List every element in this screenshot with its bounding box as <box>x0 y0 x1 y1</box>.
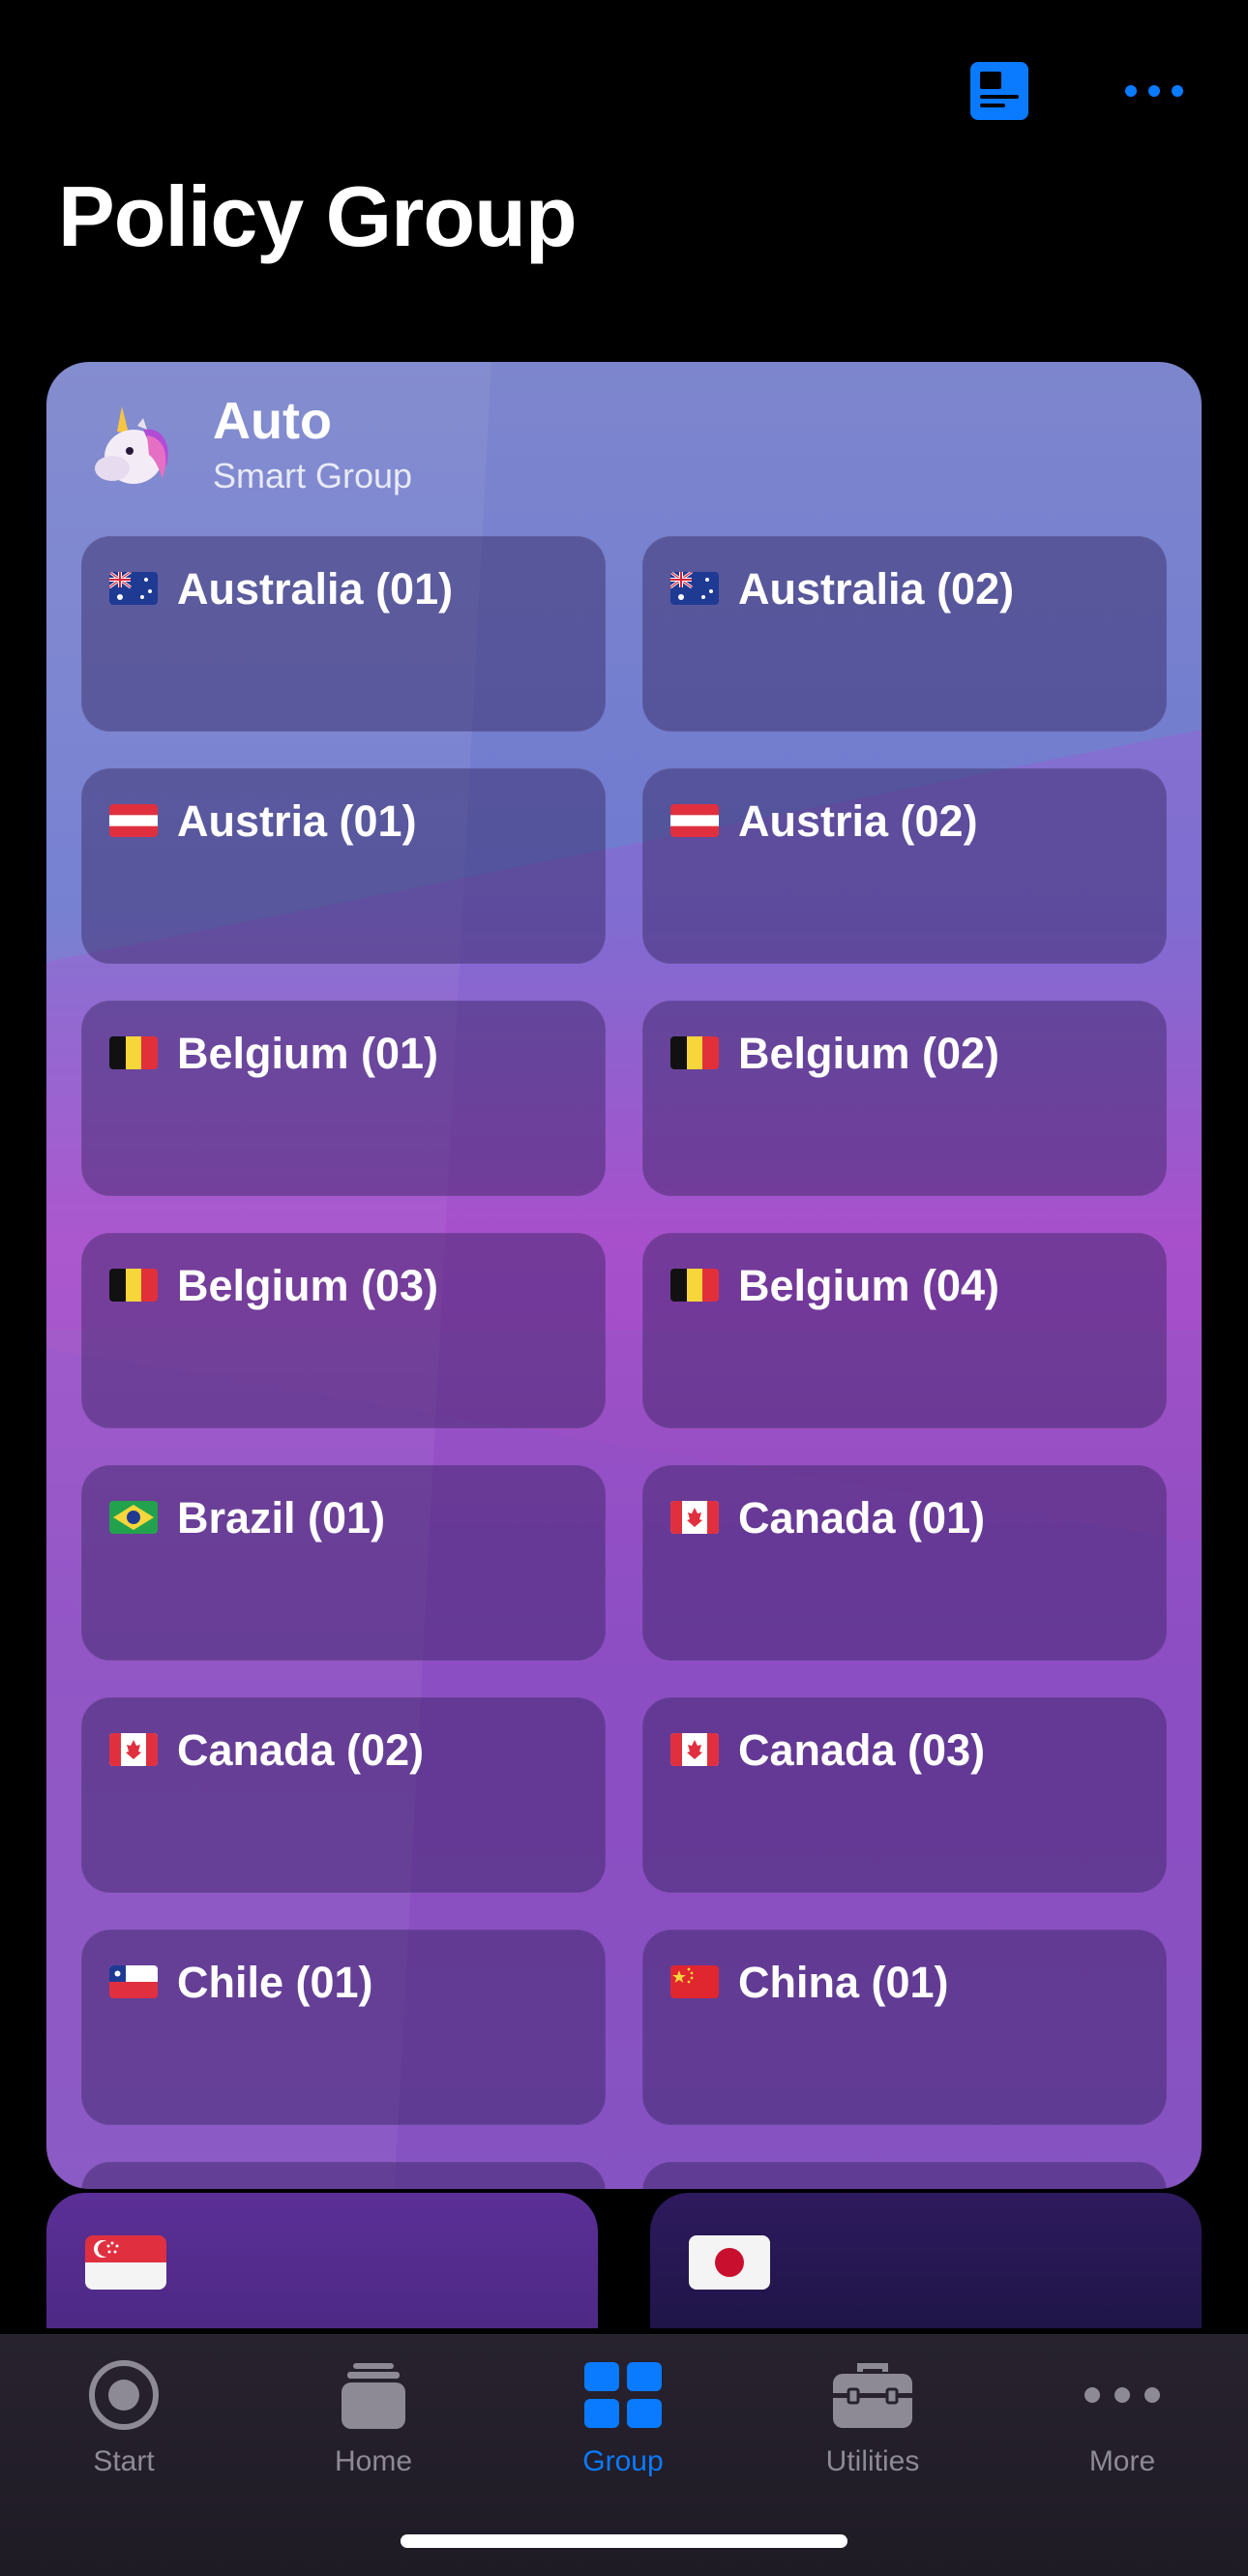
tab-more[interactable]: More <box>1025 2356 1219 2501</box>
proxy-name: Canada (02) <box>177 1725 425 1775</box>
policy-group-screen: Policy Group Auto Smart Group Australia … <box>0 0 1248 2576</box>
china-flag-icon <box>670 1965 719 1998</box>
proxy-tile[interactable]: Chile (01) <box>81 1930 606 2125</box>
unicorn-icon <box>95 405 168 484</box>
proxy-tile[interactable]: Belgium (04) <box>642 1233 1167 1428</box>
toolbox-icon <box>833 2363 912 2428</box>
japan-flag-icon <box>689 2235 770 2290</box>
proxy-name: Chile (01) <box>177 1958 373 2007</box>
proxy-tile[interactable]: Austria (01) <box>81 768 606 964</box>
proxy-tile[interactable] <box>642 2162 1167 2189</box>
stack-icon <box>342 2363 405 2429</box>
proxy-tile[interactable]: Canada (02) <box>81 1697 606 1893</box>
brazil-flag-icon <box>109 1501 158 1534</box>
page-title: Policy Group <box>58 168 578 264</box>
more-options-button[interactable] <box>1117 72 1191 110</box>
singapore-flag-icon <box>85 2235 166 2290</box>
proxy-name: Belgium (01) <box>177 1029 439 1078</box>
proxy-tile[interactable]: China (01) <box>642 1930 1167 2125</box>
belgium-flag-icon <box>109 1269 158 1302</box>
canada-flag-icon <box>670 1501 719 1534</box>
proxy-name: Canada (01) <box>738 1493 986 1543</box>
proxy-grid: Australia (01) Australia (02) Austria (0… <box>81 536 1167 2189</box>
proxy-name: Austria (02) <box>738 796 978 846</box>
proxy-tile[interactable]: Belgium (01) <box>81 1001 606 1196</box>
proxy-name: Belgium (04) <box>738 1261 1000 1310</box>
canada-flag-icon <box>670 1733 719 1766</box>
proxy-tile[interactable]: Brazil (01) <box>81 1465 606 1661</box>
proxy-tile[interactable]: Austria (02) <box>642 768 1167 964</box>
document-button[interactable] <box>970 62 1028 120</box>
proxy-name: Australia (02) <box>738 564 1015 614</box>
australia-flag-icon <box>109 572 158 605</box>
proxy-name: Canada (03) <box>738 1725 986 1775</box>
proxy-tile[interactable]: Canada (01) <box>642 1465 1167 1661</box>
proxy-tile[interactable]: Canada (03) <box>642 1697 1167 1893</box>
group-card-auto[interactable]: Auto Smart Group Australia (01) Australi… <box>46 362 1202 2189</box>
proxy-name: Brazil (01) <box>177 1493 386 1543</box>
belgium-flag-icon <box>670 1036 719 1069</box>
proxy-name: Belgium (02) <box>738 1029 1000 1078</box>
proxy-tile[interactable]: Australia (02) <box>642 536 1167 732</box>
group-card-japan[interactable] <box>650 2193 1202 2328</box>
tab-label: Start <box>93 2445 155 2477</box>
austria-flag-icon <box>670 804 719 837</box>
proxy-tile[interactable]: Australia (01) <box>81 536 606 732</box>
chile-flag-icon <box>109 1965 158 1998</box>
proxy-name: China (01) <box>738 1958 949 2007</box>
home-indicator <box>401 2534 847 2548</box>
austria-flag-icon <box>109 804 158 837</box>
tab-start[interactable]: Start <box>27 2356 221 2501</box>
proxy-tile[interactable]: Belgium (03) <box>81 1233 606 1428</box>
tab-label: Utilities <box>825 2445 920 2477</box>
group-type: Smart Group <box>213 456 413 496</box>
ellipsis-icon <box>1085 2387 1160 2403</box>
proxy-tile[interactable]: Belgium (02) <box>642 1001 1167 1196</box>
proxy-name: Australia (01) <box>177 564 454 614</box>
group-card-singapore[interactable] <box>46 2193 598 2328</box>
canada-flag-icon <box>109 1733 158 1766</box>
tab-label: More <box>1088 2445 1156 2477</box>
tab-utilities[interactable]: Utilities <box>776 2356 969 2501</box>
grid-icon <box>584 2362 662 2428</box>
tab-group[interactable]: Group <box>526 2356 720 2501</box>
tab-label: Group <box>582 2445 664 2477</box>
proxy-name: Belgium (03) <box>177 1261 439 1310</box>
tab-home[interactable]: Home <box>277 2356 470 2501</box>
australia-flag-icon <box>670 572 719 605</box>
ellipsis-icon <box>1125 85 1183 97</box>
tab-label: Home <box>334 2445 413 2477</box>
proxy-name: Austria (01) <box>177 796 417 846</box>
belgium-flag-icon <box>109 1036 158 1069</box>
belgium-flag-icon <box>670 1269 719 1302</box>
group-header: Auto Smart Group <box>83 392 413 496</box>
document-icon <box>970 62 1028 120</box>
record-icon <box>89 2360 159 2430</box>
group-name: Auto <box>213 392 332 450</box>
proxy-tile[interactable] <box>81 2162 606 2189</box>
